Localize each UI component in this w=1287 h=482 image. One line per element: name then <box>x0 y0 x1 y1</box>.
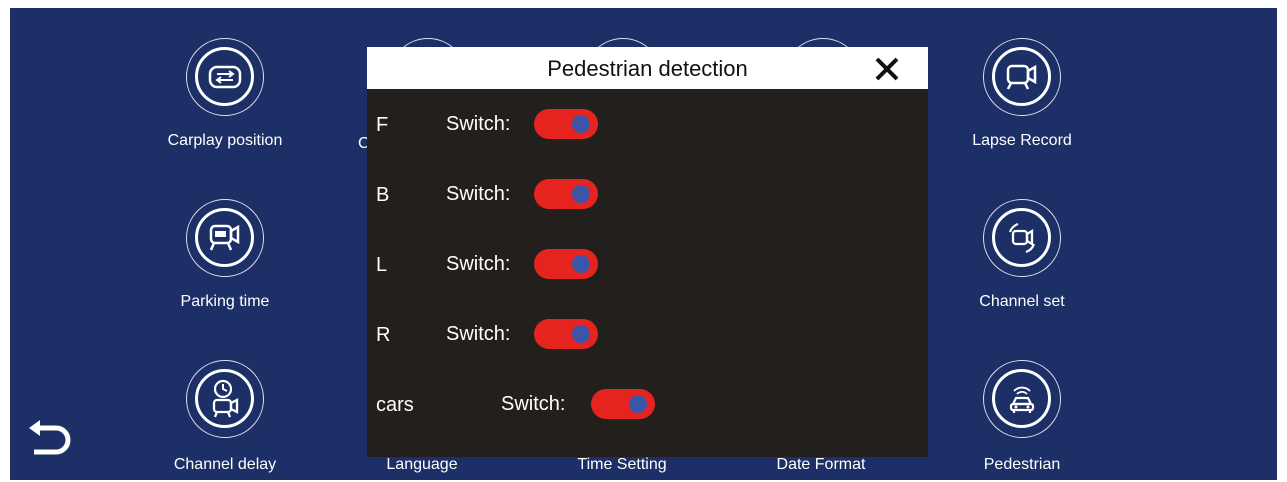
channel-row-r: R Switch: <box>367 316 928 356</box>
menu-item-time-setting[interactable]: Time Setting <box>542 456 702 474</box>
toggle-knob <box>629 395 647 413</box>
close-button[interactable] <box>874 56 900 82</box>
switch-label: Switch: <box>446 253 511 275</box>
switch-label: Switch: <box>446 323 511 345</box>
icon-ring <box>186 38 264 116</box>
toggle-switch-cars[interactable] <box>591 389 655 419</box>
swap-arrows-icon <box>195 47 254 106</box>
icon-ring <box>983 38 1061 116</box>
menu-item-label: Carplay position <box>167 132 283 149</box>
dialog-title: Pedestrian detection <box>547 56 748 81</box>
menu-item-label: Parking time <box>180 293 270 310</box>
icon-ring <box>186 360 264 438</box>
channel-label: R <box>376 324 391 346</box>
switch-label: Switch: <box>446 183 511 205</box>
menu-item-carplay-position[interactable]: Carplay position <box>145 38 305 158</box>
menu-item-label: Channel set <box>979 293 1065 310</box>
toggle-switch-r[interactable] <box>534 319 598 349</box>
channel-row-b: B Switch: <box>367 176 928 216</box>
close-icon <box>875 57 899 81</box>
channel-delay-label: Channel delay <box>173 456 277 473</box>
icon-ring <box>983 199 1061 277</box>
menu-item-date-format[interactable]: Date Format <box>741 456 901 474</box>
icon-ring <box>186 199 264 277</box>
channel-camera-icon <box>992 208 1051 267</box>
menu-item-lapse-record[interactable]: Lapse Record <box>942 38 1102 158</box>
channel-label: B <box>376 184 390 206</box>
channel-row-l: L Switch: <box>367 246 928 286</box>
channel-label: F <box>376 114 389 136</box>
toggle-knob <box>572 255 590 273</box>
back-button[interactable] <box>28 418 76 462</box>
channel-row-f: F Switch: <box>367 106 928 146</box>
channel-label: L <box>376 254 388 276</box>
channel-label: cars <box>376 394 414 416</box>
menu-item-channel-set[interactable]: Channel set <box>942 199 1102 319</box>
toggle-knob <box>572 185 590 203</box>
parking-camera-icon <box>195 208 254 267</box>
channel-row-cars: cars Switch: <box>367 386 928 426</box>
switch-label: Switch: <box>501 393 566 415</box>
car-sensor-icon <box>992 369 1051 428</box>
back-arrow-icon <box>29 420 71 455</box>
toggle-switch-l[interactable] <box>534 249 598 279</box>
menu-item-parking-time[interactable]: Parking time <box>145 199 305 319</box>
menu-item-label: Lapse Record <box>972 132 1072 149</box>
pedestrian-detection-dialog: Pedestrian detection F Switch: B Switch:… <box>367 47 928 457</box>
switch-label: Switch: <box>446 113 511 135</box>
pedestrian-label: Pedestrian <box>983 456 1061 473</box>
icon-ring <box>983 360 1061 438</box>
toggle-knob <box>572 325 590 343</box>
clock-camera-icon <box>195 369 254 428</box>
toggle-switch-b[interactable] <box>534 179 598 209</box>
menu-item-language[interactable]: Language <box>342 456 502 474</box>
camera-record-icon <box>992 47 1051 106</box>
dialog-header: Pedestrian detection <box>367 47 928 89</box>
toggle-switch-f[interactable] <box>534 109 598 139</box>
settings-screen: C Carplay position Parking time Lapse Re… <box>10 8 1277 480</box>
toggle-knob <box>572 115 590 133</box>
